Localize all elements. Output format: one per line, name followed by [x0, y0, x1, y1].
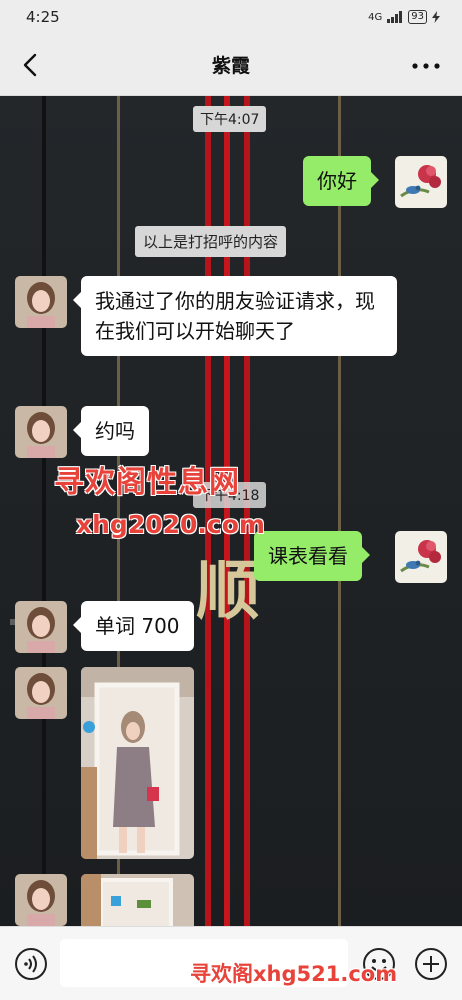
- background-calligraphy: 顺: [196, 554, 260, 629]
- timestamp: 下午4:07: [193, 106, 267, 132]
- outgoing-message[interactable]: 你好: [303, 156, 379, 206]
- voice-icon[interactable]: [14, 947, 48, 981]
- watermark-bottom: 寻欢阁xhg521.com: [190, 962, 398, 986]
- incoming-message[interactable]: 单词 700: [73, 601, 194, 651]
- photo-message[interactable]: [81, 874, 194, 926]
- contact-avatar[interactable]: [15, 874, 67, 926]
- contact-avatar[interactable]: [15, 276, 67, 328]
- charging-icon: [432, 11, 440, 23]
- contact-avatar[interactable]: [15, 667, 67, 719]
- watermark-site-name: 寻欢阁性息网: [54, 465, 240, 500]
- status-bar: 4:25 4G 93: [0, 0, 462, 34]
- watermark-site-url: xhg2020.com: [76, 510, 265, 539]
- contact-avatar[interactable]: [15, 601, 67, 653]
- signal-icon: [387, 11, 403, 23]
- status-time: 4:25: [26, 8, 60, 26]
- more-dots-icon[interactable]: [410, 52, 442, 80]
- contact-avatar[interactable]: [15, 406, 67, 458]
- chat-title: 紫霞: [211, 55, 250, 77]
- background-stripe: [338, 96, 341, 926]
- system-note: 以上是打招呼的内容: [135, 226, 287, 257]
- chevron-left-icon[interactable]: [16, 50, 46, 80]
- network-label: 4G: [368, 11, 383, 23]
- outgoing-message[interactable]: 课表看看: [254, 531, 370, 581]
- plus-circle-icon[interactable]: [414, 947, 448, 981]
- chat-area[interactable]: 下午4:07 你好 以上是打招呼的内容 我通过了你的朋友验证请求，现在我们可以开…: [0, 96, 462, 926]
- photo-message[interactable]: [81, 667, 194, 859]
- battery-icon: 93: [408, 10, 427, 24]
- my-avatar[interactable]: [395, 531, 447, 583]
- my-avatar[interactable]: [395, 156, 447, 208]
- incoming-message[interactable]: 约吗: [73, 406, 149, 456]
- incoming-message[interactable]: 我通过了你的朋友验证请求，现在我们可以开始聊天了: [73, 276, 397, 356]
- background-stripe: [42, 96, 46, 926]
- chat-header: 紫霞: [0, 34, 462, 96]
- status-indicators: 4G 93: [368, 10, 440, 24]
